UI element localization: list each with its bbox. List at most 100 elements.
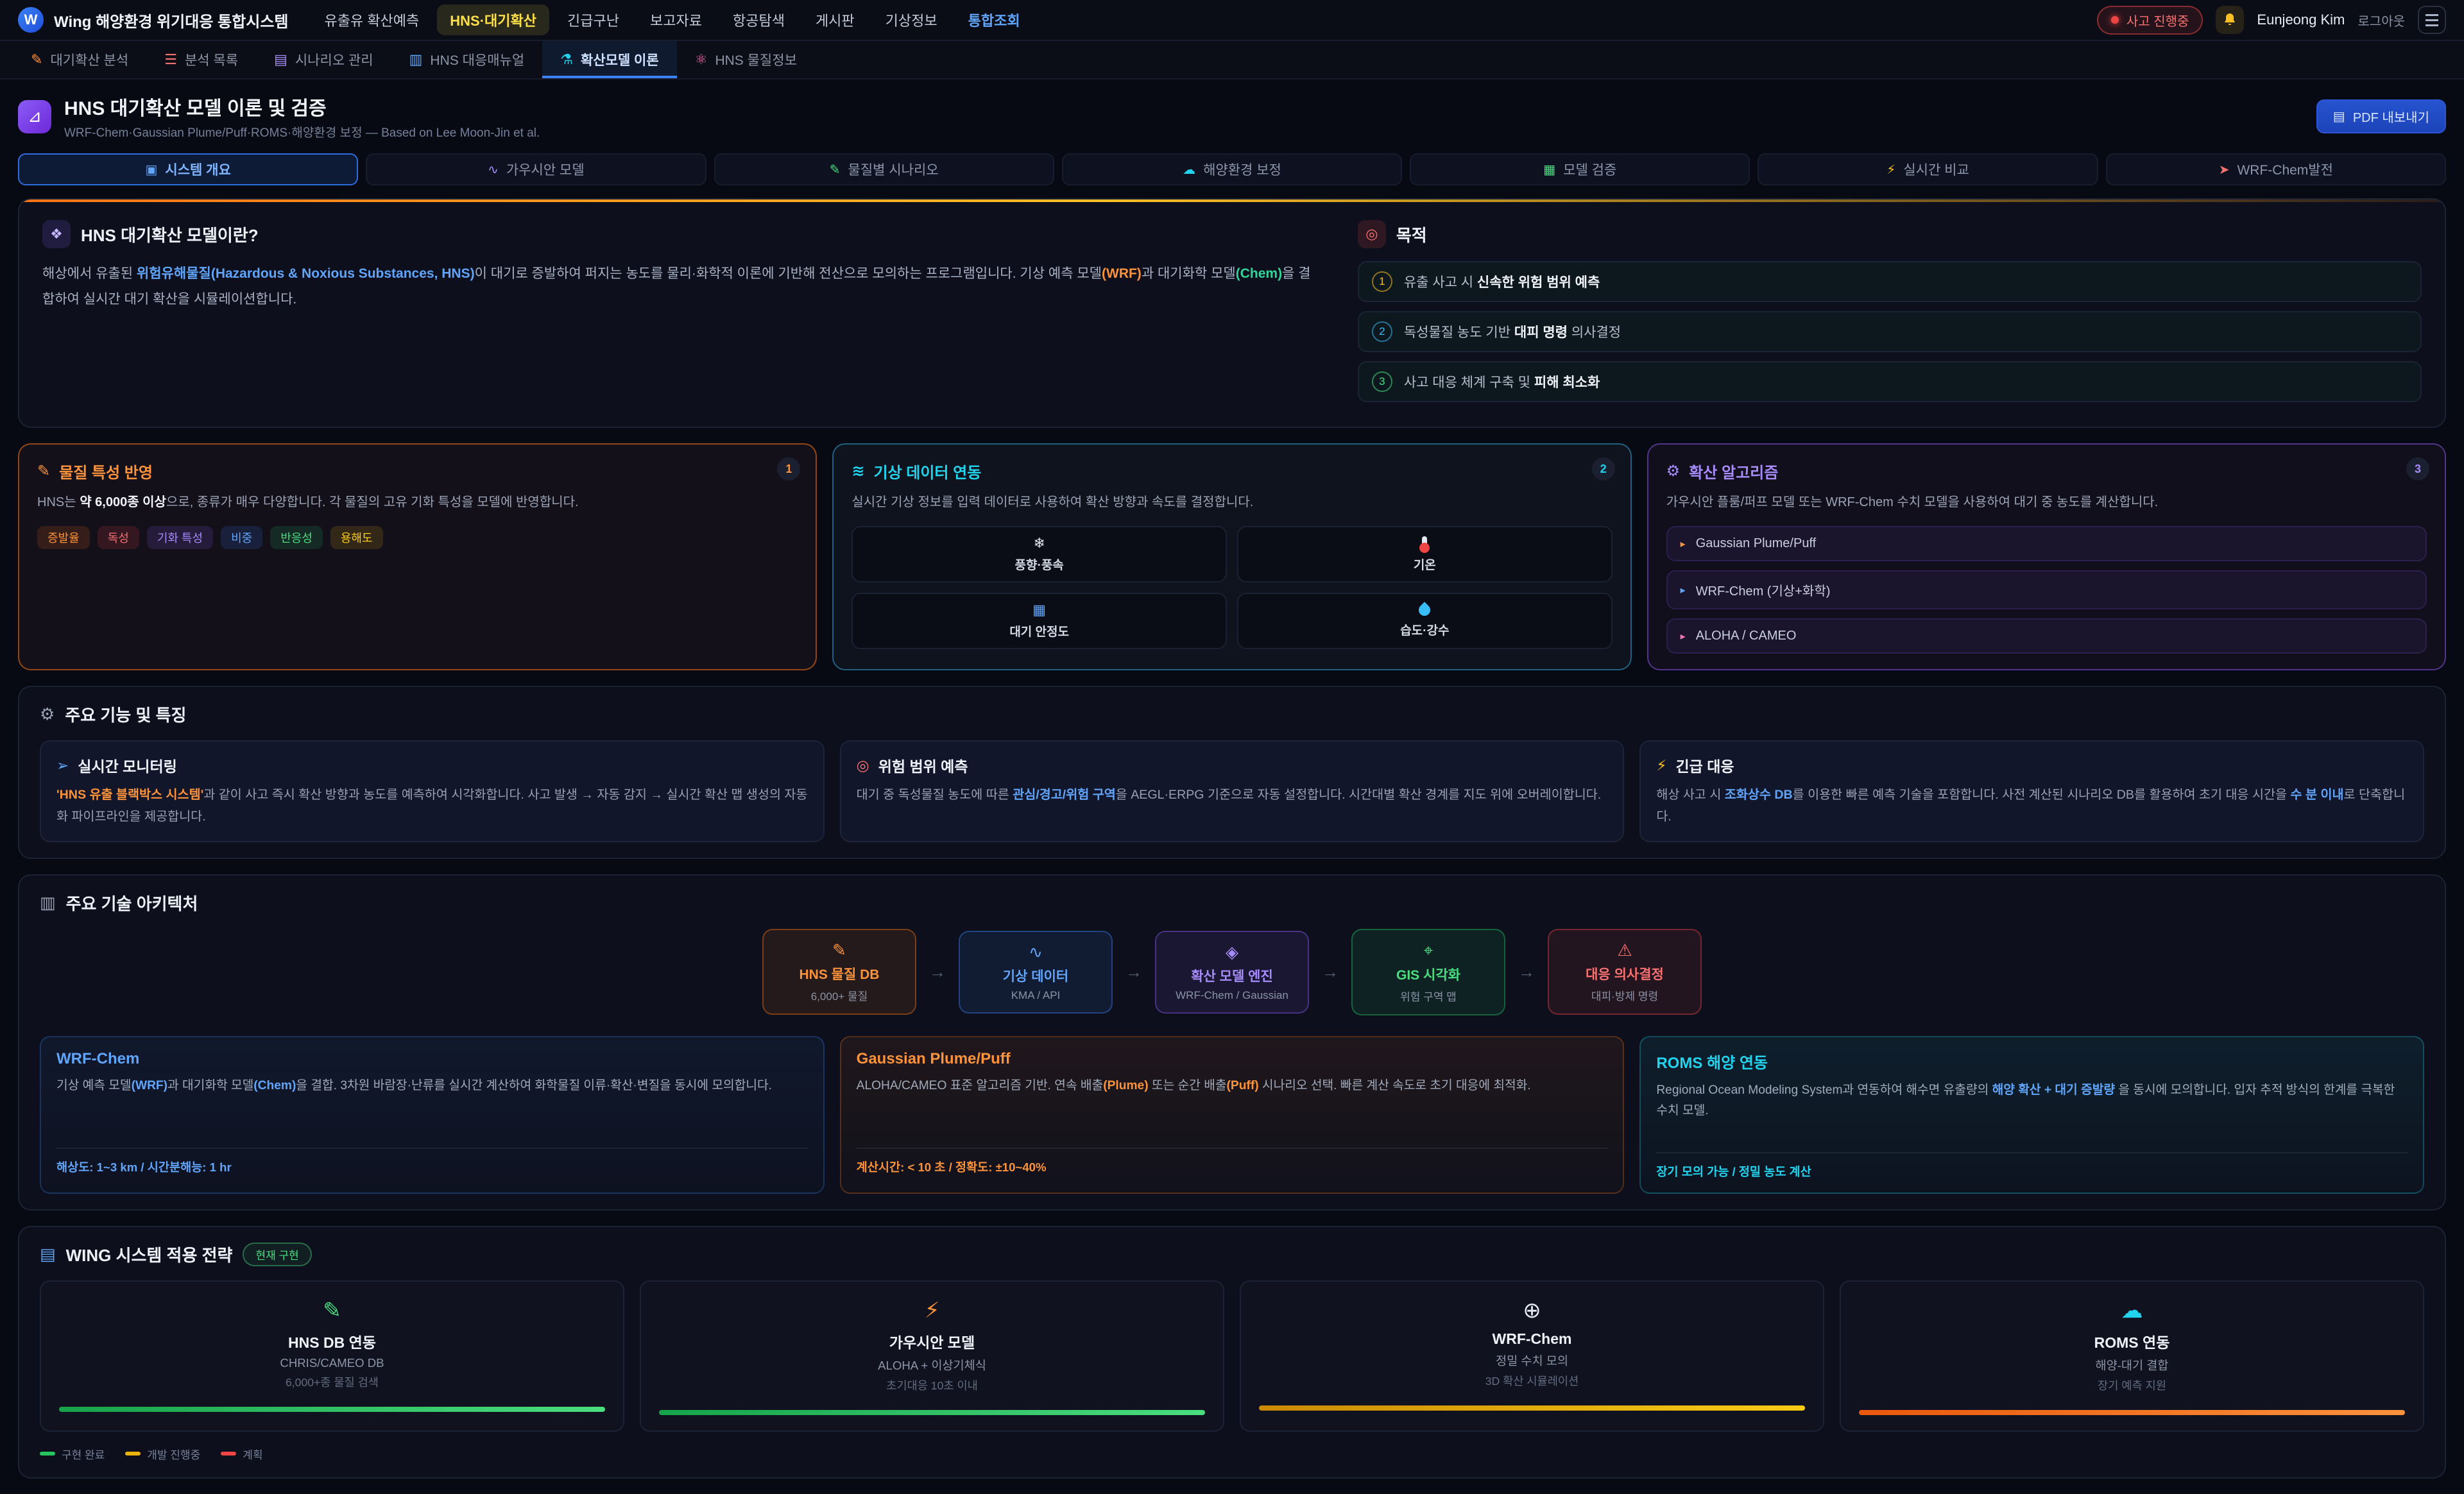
overview-icon: ▣ [145,162,157,178]
weather-cell: ▦대기 안정도 [851,593,1227,649]
number-badge: 3 [1372,371,1392,392]
tab-system-overview[interactable]: ▣시스템 개요 [18,153,358,185]
brand: W Wing 해양환경 위기대응 통합시스템 [18,7,288,33]
bullet-icon: ▸ [1681,538,1686,550]
subnav-analysis[interactable]: ✎대기확산 분석 [13,41,146,78]
weather-cell: 습도·강수 [1237,593,1613,649]
document-icon: ▤ [2333,108,2345,124]
book-icon: ▥ [409,51,423,68]
intro-title: HNS 대기확산 모델이란? [81,223,259,246]
flow-arrow-icon: → [1125,962,1142,982]
tab-wrf-chem-evolution[interactable]: ➤WRF-Chem발전 [2106,153,2446,185]
weather-cell: ❄풍향·풍속 [851,526,1227,582]
rocket-icon: ➢ [56,757,69,774]
nav-reports[interactable]: 보고자료 [637,4,715,35]
tab-substance-scenarios[interactable]: ✎물질별 시나리오 [714,153,1054,185]
step-number-badge: 3 [2406,457,2429,480]
wing-card-roms: ☁ ROMS 연동 해양-대기 결합 장기 예측 지원 [1840,1280,2424,1432]
wind-speed-icon: ❄ [1033,536,1045,550]
curve-icon: ∿ [488,162,499,178]
subnav-hns-manual[interactable]: ▥HNS 대응매뉴얼 [391,41,543,78]
target-icon: ◎ [857,757,869,774]
nav-weather-info[interactable]: 기상정보 [873,4,950,35]
purpose-item: 1 유출 사고 시 신속한 위험 범위 예측 [1358,261,2422,302]
purpose-item: 2 독성물질 농도 기반 대피 명령 의사결정 [1358,311,2422,352]
gear-icon: ⚙ [40,704,55,724]
subnav-scenario-management[interactable]: ▤시나리오 관리 [256,41,391,78]
thermometer-icon [1422,536,1427,550]
card-text: 실시간 기상 정보를 입력 데이터로 사용하여 확산 방향과 속도를 결정합니다… [851,491,1612,513]
wing-card-wrf-chem: ⊕ WRF-Chem 정밀 수치 모의 3D 확산 시뮬레이션 [1240,1280,1824,1432]
intro-paragraph: 해상에서 유출된 위험유해물질(Hazardous & Noxious Subs… [42,261,1319,312]
lightning-icon: ⚡ [925,1300,940,1321]
features-title: 주요 기능 및 특징 [65,702,186,726]
algorithm-item: ▸WRF-Chem (기상+화학) [1666,570,2427,609]
pencil-icon: ✎ [830,162,841,178]
grid-check-icon: ▦ [1543,162,1555,178]
nav-hns-atmospheric[interactable]: HNS·대기확산 [437,4,549,35]
lightning-icon: ⚡ [1887,162,1895,178]
app-root: W Wing 해양환경 위기대응 통합시스템 유출유 확산예측 HNS·대기확산… [0,0,2464,1479]
feature-realtime-monitoring: ➢실시간 모니터링 'HNS 유출 블랙박스 시스템'과 같이 사고 즉시 확산… [40,740,825,842]
purpose-item: 3 사고 대응 체계 구축 및 피해 최소화 [1358,361,2422,402]
flow-node-hns-db: ✎HNS 물질 DB6,000+ 물질 [762,929,916,1015]
progress-bar [1259,1405,1805,1411]
ruler-icon: ⊿ [18,100,51,133]
tab-realtime-comparison[interactable]: ⚡실시간 비교 [1758,153,2098,185]
flow-node-gis: ⌖GIS 시각화위험 구역 맵 [1351,929,1505,1015]
model-card-roms: ROMS 해양 연동 Regional Ocean Modeling Syste… [1639,1036,2424,1194]
nav-oil-diffusion[interactable]: 유출유 확산예측 [311,4,432,35]
model-card-wrf-chem: WRF-Chem 기상 예측 모델(WRF)과 대기화학 모델(Chem)을 결… [40,1036,825,1194]
pencil-icon: ✎ [323,1300,341,1321]
tag: 용해도 [330,526,383,549]
subnav-model-theory[interactable]: ⚗확산모델 이론 [542,41,677,78]
nav-aerial-search[interactable]: 항공탐색 [720,4,798,35]
chart-icon: ▦ [1032,603,1046,617]
tag: 기화 특성 [147,526,213,549]
flow-node-model-engine: ◈확산 모델 엔진WRF-Chem / Gaussian [1155,931,1309,1014]
pencil-icon: ✎ [31,51,42,68]
purpose-title: 목적 [1396,223,1427,246]
topbar-right: 사고 진행중 Eunjeong Kim 로그아웃 [2097,6,2446,35]
property-tags: 증발율 독성 기화 특성 비중 반응성 용해도 [37,526,798,549]
tab-gaussian-model[interactable]: ∿가우시안 모델 [366,153,706,185]
app-logo-icon: W [18,7,44,33]
subnav-hns-substance-info[interactable]: ⚛HNS 물질정보 [677,41,815,78]
gear-icon: ⚙ [1666,462,1681,480]
progress-bar [1859,1410,2405,1415]
logout-link[interactable]: 로그아웃 [2357,11,2405,30]
flow-arrow-icon: → [1518,962,1535,982]
flow-node-weather-data: ∿기상 데이터KMA / API [959,931,1113,1014]
architecture-icon: ▥ [40,893,56,913]
step-number-badge: 2 [1592,457,1615,480]
algorithm-item: ▸Gaussian Plume/Puff [1666,526,2427,561]
section-tabs: ▣시스템 개요 ∿가우시안 모델 ✎물질별 시나리오 ☁해양환경 보정 ▦모델 … [18,153,2446,185]
engine-icon: ◈ [1226,942,1238,962]
subnav-analysis-list[interactable]: ☰분석 목록 [146,41,256,78]
crosshair-icon: ⌖ [1424,940,1433,961]
card-text: 가우시안 플룸/퍼프 모델 또는 WRF-Chem 수치 모델을 사용하여 대기… [1666,491,2427,513]
nav-emergency-rescue[interactable]: 긴급구난 [554,4,632,35]
incident-status-badge[interactable]: 사고 진행중 [2097,6,2203,35]
tab-marine-correction[interactable]: ☁해양환경 보정 [1062,153,1402,185]
tag: 증발율 [37,526,90,549]
tab-model-validation[interactable]: ▦모델 검증 [1410,153,1750,185]
wing-card-gaussian: ⚡ 가우시안 모델 ALOHA + 이상기체식 초기대응 10초 이내 [640,1280,1224,1432]
notification-bell-icon[interactable] [2216,6,2244,34]
incident-dot-icon [2111,16,2119,24]
droplet-icon [1417,602,1433,618]
incident-label: 사고 진행중 [2126,11,2189,30]
flow-arrow-icon: → [929,962,946,982]
list-icon: ☰ [164,51,177,68]
page-header: ⊿ HNS 대기확산 모델 이론 및 검증 WRF-Chem·Gaussian … [0,80,2464,151]
nav-board[interactable]: 게시판 [803,4,868,35]
pdf-export-button[interactable]: ▤ PDF 내보내기 [2316,99,2446,133]
nav-integrated-search[interactable]: 통합조회 [955,4,1033,35]
menu-icon[interactable] [2418,6,2446,34]
progress-bar [659,1410,1205,1415]
legend-item: 구현 완료 [40,1446,105,1462]
bullet-icon: ▸ [1681,630,1686,643]
wing-title: WING 시스템 적용 전략 [66,1243,233,1266]
feature-emergency-response: ⚡긴급 대응 해상 사고 시 조화상수 DB를 이용한 빠른 예측 기술을 포함… [1639,740,2424,842]
pencil-icon: ✎ [37,462,50,480]
